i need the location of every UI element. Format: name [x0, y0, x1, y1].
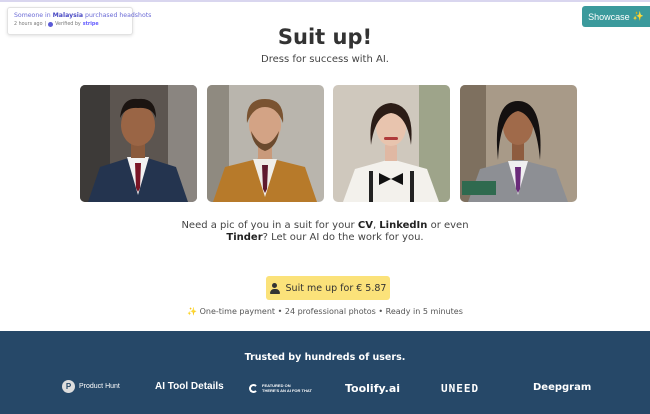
- description-text: Need a pic of you in a suit for your CV,…: [181, 220, 469, 243]
- taaft-icon: [249, 383, 258, 393]
- photo-man-navy-suit: [80, 85, 197, 202]
- trusted-by-footer: Trusted by hundreds of users. P Product …: [0, 331, 650, 414]
- suit-me-up-button[interactable]: Suit me up for € 5.87: [266, 276, 390, 300]
- toolify-logo[interactable]: Toolify.ai: [345, 382, 400, 395]
- sparkles-icon: ✨: [632, 11, 644, 21]
- sparkles-icon: ✨: [187, 307, 198, 316]
- showcase-button[interactable]: Showcase ✨: [582, 6, 650, 27]
- user-icon: [269, 282, 280, 294]
- offer-details: ✨ One-time payment • 24 professional pho…: [187, 307, 463, 316]
- notification-message: Someone in Malaysia purchased headshots: [14, 12, 152, 19]
- top-border: [0, 0, 650, 2]
- page-title: Suit up!: [277, 25, 373, 49]
- photo-woman-bowtie: [333, 85, 450, 202]
- trusted-heading: Trusted by hundreds of users.: [244, 352, 406, 363]
- example-photos: [80, 85, 577, 202]
- product-hunt-logo[interactable]: P Product Hunt: [62, 380, 120, 393]
- uneed-logo[interactable]: UNEED: [441, 382, 479, 395]
- deepgram-logo[interactable]: Deepgram: [533, 382, 591, 393]
- page-subtitle: Dress for success with AI.: [261, 54, 389, 65]
- cta-label: Suit me up for € 5.87: [285, 282, 387, 294]
- ai-tool-details-logo[interactable]: AI Tool Details: [155, 381, 224, 392]
- product-hunt-icon: P: [62, 380, 75, 393]
- theres-an-ai-for-that-logo[interactable]: FEATURED ON THERE'S AN AI FOR THAT: [249, 383, 312, 393]
- photo-man-mustard-suit: [207, 85, 324, 202]
- photo-woman-grey-suit: [460, 85, 577, 202]
